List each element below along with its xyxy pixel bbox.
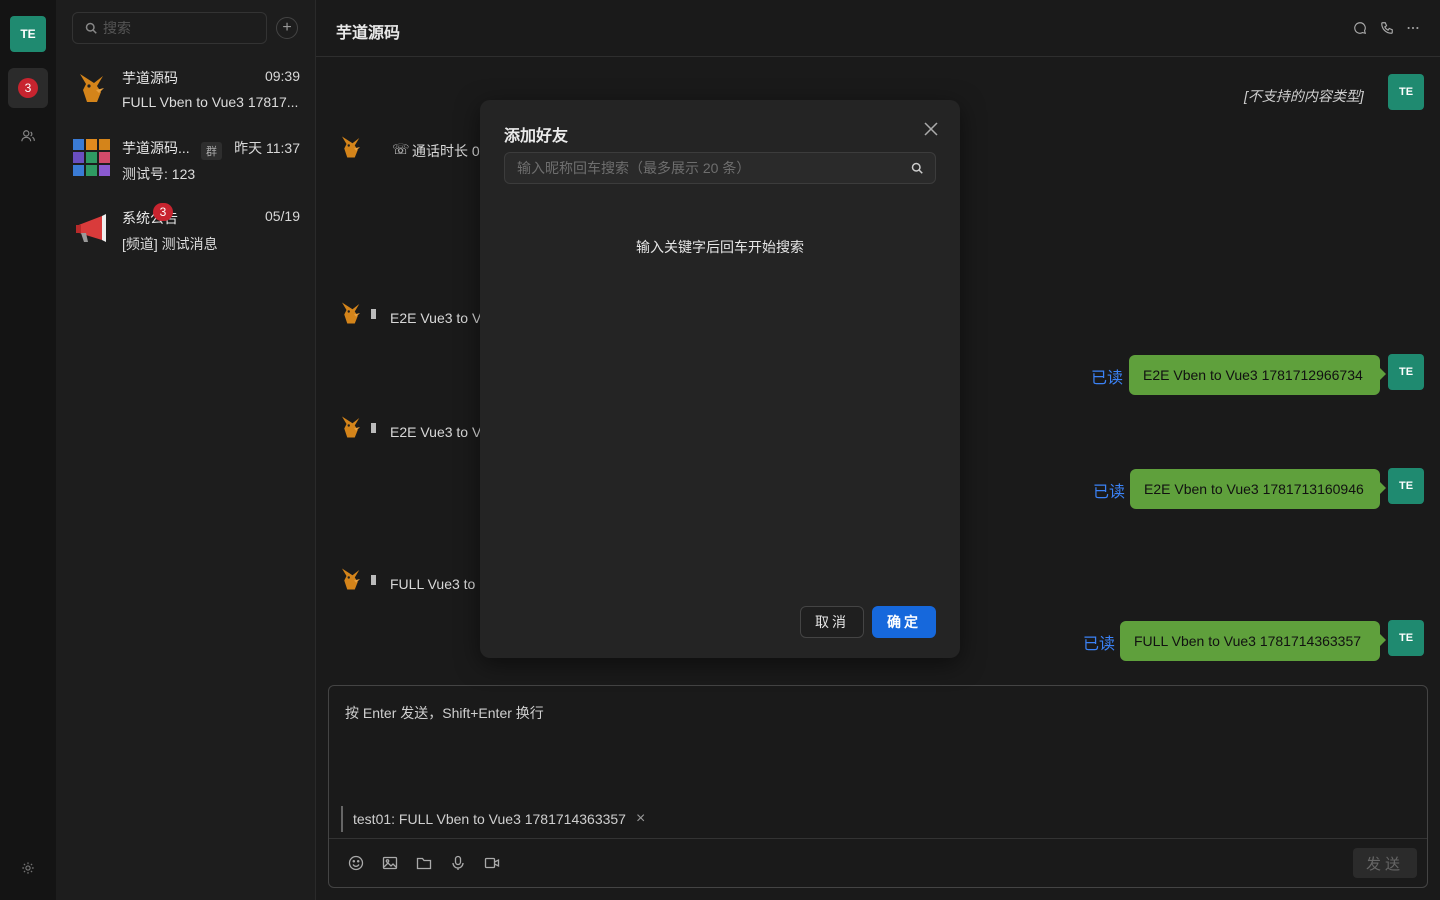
folder-icon[interactable] [415,854,433,872]
message-text: FULL Vue3 to [390,576,476,592]
dialog-title: 添加好友 [504,128,569,145]
unread-badge: 3 [18,78,38,98]
conversation-preview: FULL Vben to Vue3 17817... [122,94,299,110]
my-message-bubble[interactable]: E2E Vben to Vue3 1781713160946 [1130,469,1386,509]
megaphone-avatar [76,214,106,242]
fox-avatar[interactable] [336,564,366,594]
send-button[interactable]: 发送 [1353,848,1417,878]
conversation-time: 09:39 [264,68,300,84]
message-text: 通话时长 0 [412,143,480,159]
read-status: 已读 [1093,484,1126,501]
read-status: 已读 [1091,370,1124,387]
cancel-button[interactable]: 取消 [800,606,864,638]
add-button[interactable]: + [276,17,298,39]
search-icon[interactable] [911,162,923,174]
mic-icon[interactable] [449,854,467,872]
read-status: 已读 [1083,636,1116,653]
unread-badge: 3 [153,203,173,221]
conversation-name: 芋道源码 [122,70,178,86]
message-composer[interactable]: 按 Enter 发送，Shift+Enter 换行 test01: FULL V… [328,685,1428,888]
fox-avatar[interactable] [336,132,366,162]
add-friend-dialog: 添加好友 输入关键字后回车开始搜索 取消 确定 [480,100,960,658]
quoted-message: test01: FULL Vben to Vue3 1781714363357 … [341,806,645,832]
my-avatar[interactable]: TE [1388,354,1424,390]
my-avatar[interactable]: TE [1388,468,1424,504]
confirm-button[interactable]: 确定 [872,606,936,638]
phone-icon[interactable] [1379,20,1395,36]
nav-rail: TE 3 [0,0,56,900]
image-icon[interactable] [381,854,399,872]
conversation-list: 搜索 + 芋道源码 09:39 FULL Vben to Vue3 17817.… [56,0,316,900]
chat-header: 芋道源码 [316,0,1440,57]
settings-icon[interactable] [18,858,38,878]
more-icon[interactable] [1405,20,1421,36]
emoji-icon[interactable] [347,854,365,872]
search-placeholder: 搜索 [103,20,131,36]
friend-search-input[interactable] [517,160,911,176]
sender-mark [371,575,376,585]
friend-search[interactable] [504,152,936,184]
my-message-bubble[interactable]: FULL Vben to Vue3 1781714363357 [1120,621,1386,661]
message-text: E2E Vue3 to V [390,424,482,440]
contacts-icon[interactable] [18,126,38,146]
search-icon [85,22,97,34]
conversation-preview: 测试号: 123 [122,166,196,182]
my-avatar[interactable]: TE [1388,620,1424,656]
unsupported-message: [不支持的内容类型] [1244,88,1364,104]
fox-avatar[interactable] [336,298,366,328]
close-icon[interactable] [922,120,940,138]
conversation-search[interactable]: 搜索 [72,12,267,44]
nav-chats[interactable]: 3 [8,68,48,108]
divider [329,838,1427,839]
conversation-item[interactable]: 芋道源码 09:39 FULL Vben to Vue3 17817... [56,56,316,126]
composer-placeholder: 按 Enter 发送，Shift+Enter 换行 [345,705,544,721]
fox-avatar [80,74,104,102]
sender-mark [371,309,376,319]
conversation-time: 昨天 11:37 [234,140,300,156]
message-icon[interactable] [1352,20,1368,36]
group-tag: 群 [201,142,222,160]
close-icon[interactable]: × [636,810,645,828]
conversation-item[interactable]: 系统公告 05/19 [频道] 测试消息 [56,196,316,266]
quote-text: test01: FULL Vben to Vue3 1781714363357 [353,811,626,827]
conversation-time: 05/19 [264,208,300,224]
empty-hint: 输入关键字后回车开始搜索 [636,239,804,255]
call-icon: ☏ [392,141,410,157]
sender-mark [371,423,376,433]
my-avatar[interactable]: TE [1388,74,1424,110]
conversation-name: 芋道源码... [122,140,190,156]
conversation-item[interactable]: 芋道源码... 昨天 11:37 测试号: 123 [56,126,316,196]
chat-title: 芋道源码 [336,25,401,42]
conversation-preview: [频道] 测试消息 [122,236,218,252]
video-icon[interactable] [483,854,501,872]
my-message-bubble[interactable]: E2E Vben to Vue3 1781712966734 [1129,355,1386,395]
message-text: E2E Vue3 to V [390,310,482,326]
fox-avatar[interactable] [336,412,366,442]
my-avatar[interactable]: TE [10,16,46,52]
group-avatar [73,139,110,176]
